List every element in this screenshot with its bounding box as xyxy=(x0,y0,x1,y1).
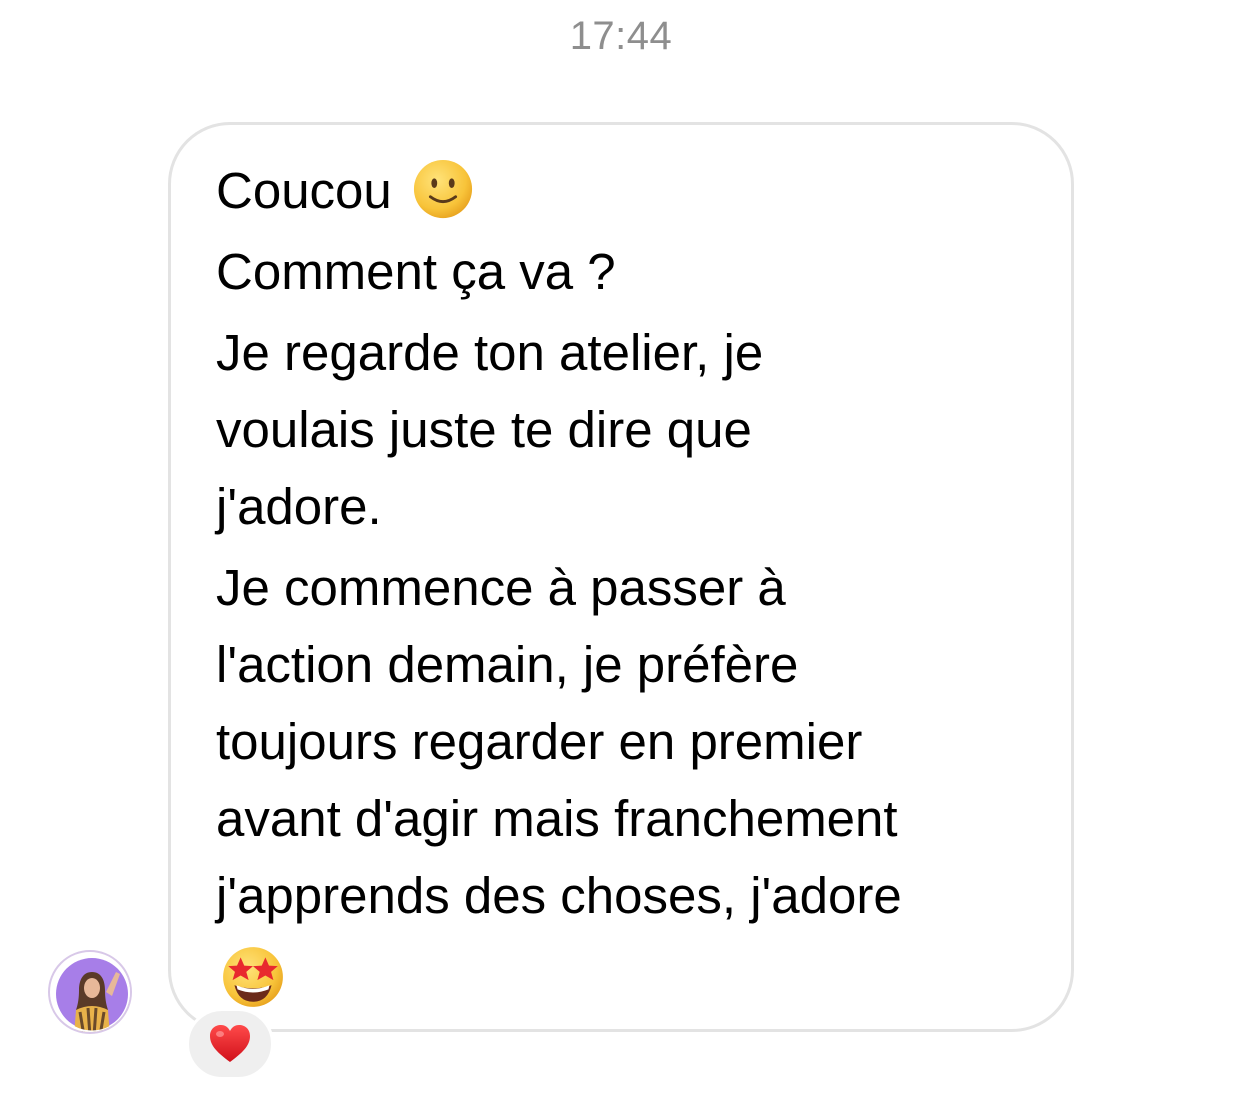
message-line-11 xyxy=(216,934,1056,1011)
heart-reaction[interactable] xyxy=(186,1008,274,1080)
message-line-3: Je regarde ton atelier, je xyxy=(216,324,764,381)
message-line-8: toujours regarder en premier xyxy=(216,713,863,770)
message-line-7: l'action demain, je préfère xyxy=(216,636,799,693)
message-line-4: voulais juste te dire que xyxy=(216,401,752,458)
message-line-5: j'adore. xyxy=(216,478,382,535)
slightly-smiling-face-icon xyxy=(413,159,472,218)
message-line-6: Je commence à passer à xyxy=(216,559,786,616)
message-line-10: j'apprends des choses, j'adore xyxy=(216,867,902,924)
sender-avatar[interactable] xyxy=(48,950,132,1034)
profile-photo-avatar xyxy=(52,954,130,1032)
message-timestamp: 17:44 xyxy=(569,14,673,58)
star-struck-face-icon xyxy=(223,946,283,1007)
message-text: Coucou Comment ça va ? Je regarde ton at… xyxy=(216,152,1056,1011)
message-line-2: Comment ça va ? xyxy=(216,243,616,300)
message-line-9: avant d'agir mais franchement xyxy=(216,790,898,847)
message-line-1: Coucou xyxy=(216,152,1056,229)
red-heart-icon xyxy=(210,1025,250,1062)
